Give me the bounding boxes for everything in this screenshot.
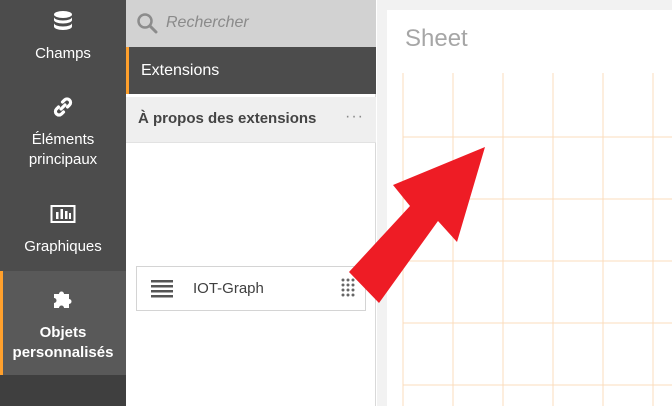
nav-item-elements-principaux[interactable]: Éléments principaux bbox=[0, 96, 126, 180]
drag-handle-icon[interactable] bbox=[341, 278, 355, 305]
nav-footer bbox=[0, 375, 126, 406]
list-icon bbox=[151, 280, 173, 303]
extension-name: IOT-Graph bbox=[193, 280, 264, 297]
puzzle-icon bbox=[51, 287, 75, 317]
search-icon bbox=[136, 12, 158, 39]
sheet-area: Sheet bbox=[377, 0, 672, 406]
nav-item-objets-personnalises[interactable]: Objets personnalisés bbox=[0, 271, 126, 375]
search-bar bbox=[126, 0, 376, 47]
nav-item-graphiques[interactable]: Graphiques bbox=[0, 203, 126, 263]
nav-item-champs[interactable]: Champs bbox=[0, 10, 126, 72]
database-icon bbox=[52, 10, 74, 38]
bar-chart-icon bbox=[50, 203, 76, 231]
assets-panel: Extensions À propos des extensions ··· I… bbox=[126, 0, 376, 406]
left-nav: Champs Éléments principaux Graphiques Ob… bbox=[0, 0, 126, 406]
nav-label-elements-principaux: Éléments principaux bbox=[28, 131, 98, 168]
nav-label-objets-personnalises: Objets personnalisés bbox=[12, 324, 114, 361]
about-extensions-label: À propos des extensions bbox=[138, 110, 317, 127]
section-header-extensions[interactable]: Extensions bbox=[126, 47, 376, 94]
sheet-title: Sheet bbox=[405, 25, 468, 52]
sheet-grid bbox=[402, 73, 672, 406]
search-input[interactable] bbox=[166, 9, 366, 37]
nav-label-graphiques: Graphiques bbox=[24, 238, 102, 255]
more-options-icon[interactable]: ··· bbox=[345, 108, 364, 126]
nav-label-champs: Champs bbox=[35, 45, 91, 62]
about-extensions-row[interactable]: À propos des extensions ··· bbox=[126, 97, 376, 143]
sheet-canvas[interactable]: Sheet bbox=[387, 10, 672, 406]
link-icon bbox=[52, 96, 74, 124]
extension-item-iot-graph[interactable]: IOT-Graph bbox=[136, 266, 366, 311]
